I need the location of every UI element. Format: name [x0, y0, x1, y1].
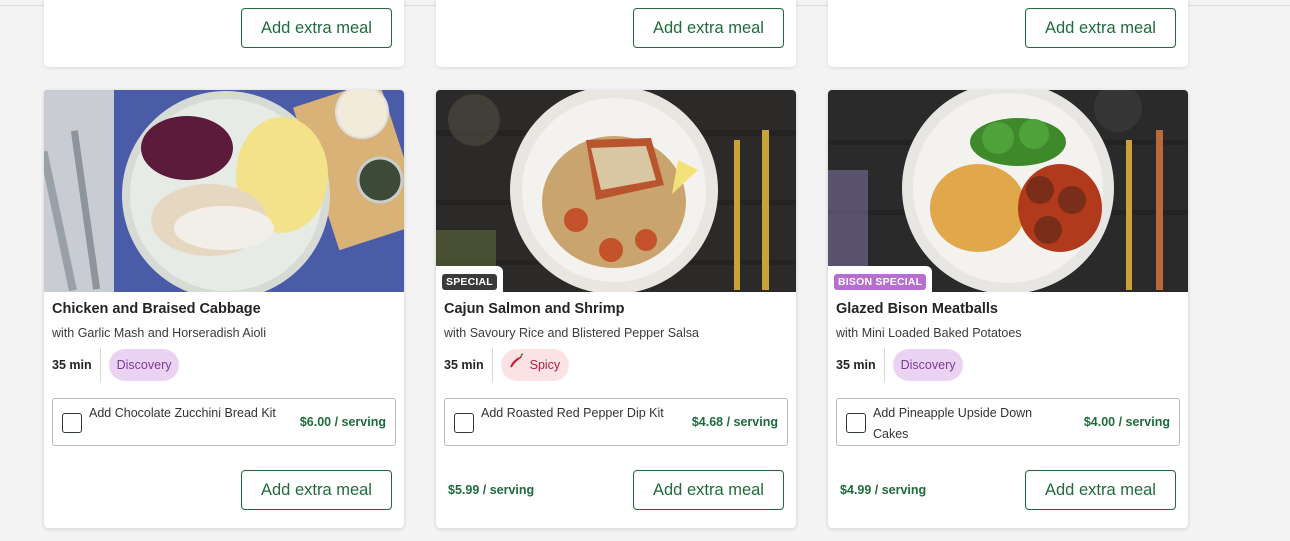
recipe-meta: 35 min Discovery — [836, 348, 964, 382]
bison-special-badge: BISON SPECIAL — [828, 266, 933, 292]
recipe-card-partial: Add extra meal — [44, 0, 404, 67]
addon-label: Add Chocolate Zucchini Bread Kit — [89, 406, 276, 420]
add-extra-meal-button[interactable]: Add extra meal — [633, 470, 784, 510]
addon-checkbox[interactable] — [454, 413, 474, 433]
recipe-card[interactable]: BISON SPECIAL Glazed Bison Meatballs wit… — [828, 90, 1188, 528]
chili-pepper-icon — [509, 349, 525, 381]
discovery-tag: Discovery — [108, 349, 180, 381]
recipe-card-partial: Add extra meal — [828, 0, 1188, 67]
add-extra-meal-button[interactable]: Add extra meal — [633, 8, 784, 48]
addon-option[interactable]: Add Pineapple Upside Down Cakes $4.00 / … — [836, 398, 1180, 446]
spicy-tag: Spicy — [500, 349, 570, 381]
recipe-meta: 35 min Discovery — [52, 348, 180, 382]
add-extra-meal-button[interactable]: Add extra meal — [1025, 470, 1176, 510]
meal-price: $5.99 / serving — [448, 483, 535, 497]
addon-option[interactable]: Add Chocolate Zucchini Bread Kit $6.00 /… — [52, 398, 396, 446]
meal-price: $4.99 / serving — [840, 483, 927, 497]
cook-time: 35 min — [836, 348, 885, 382]
add-extra-meal-button[interactable]: Add extra meal — [1025, 8, 1176, 48]
special-badge: SPECIAL — [436, 266, 503, 292]
addon-label: Add Pineapple Upside Down Cakes — [873, 406, 1033, 441]
addon-price: $4.68 / serving — [691, 415, 778, 429]
addon-price: $4.00 / serving — [1083, 415, 1170, 429]
recipe-card[interactable]: Chicken and Braised Cabbage with Garlic … — [44, 90, 404, 528]
recipe-card-partial: Add extra meal — [436, 0, 796, 67]
recipe-meta: 35 min Spicy — [444, 348, 570, 382]
spicy-label: Spicy — [529, 358, 561, 372]
addon-checkbox[interactable] — [62, 413, 82, 433]
recipe-photo[interactable] — [44, 90, 404, 292]
addon-price: $6.00 / serving — [299, 415, 386, 429]
recipe-subtitle: with Mini Loaded Baked Potatoes — [836, 326, 1022, 340]
recipe-photo[interactable]: SPECIAL — [436, 90, 796, 292]
add-extra-meal-button[interactable]: Add extra meal — [241, 8, 392, 48]
recipe-title[interactable]: Glazed Bison Meatballs — [836, 301, 998, 317]
bison-special-badge-label: BISON SPECIAL — [834, 274, 927, 290]
recipe-subtitle: with Savoury Rice and Blistered Pepper S… — [444, 326, 699, 340]
recipe-subtitle: with Garlic Mash and Horseradish Aioli — [52, 326, 266, 340]
recipe-grid-page: Add extra meal Add extra meal Add extra … — [0, 0, 1290, 541]
special-badge-label: SPECIAL — [442, 274, 497, 290]
recipe-title[interactable]: Cajun Salmon and Shrimp — [444, 301, 624, 317]
cook-time: 35 min — [444, 348, 493, 382]
addon-checkbox[interactable] — [846, 413, 866, 433]
discovery-tag: Discovery — [892, 349, 964, 381]
recipe-title[interactable]: Chicken and Braised Cabbage — [52, 301, 261, 317]
add-extra-meal-button[interactable]: Add extra meal — [241, 470, 392, 510]
recipe-card[interactable]: SPECIAL Cajun Salmon and Shrimp with Sav… — [436, 90, 796, 528]
cook-time: 35 min — [52, 348, 101, 382]
addon-label: Add Roasted Red Pepper Dip Kit — [481, 406, 664, 420]
addon-option[interactable]: Add Roasted Red Pepper Dip Kit $4.68 / s… — [444, 398, 788, 446]
recipe-photo[interactable]: BISON SPECIAL — [828, 90, 1188, 292]
